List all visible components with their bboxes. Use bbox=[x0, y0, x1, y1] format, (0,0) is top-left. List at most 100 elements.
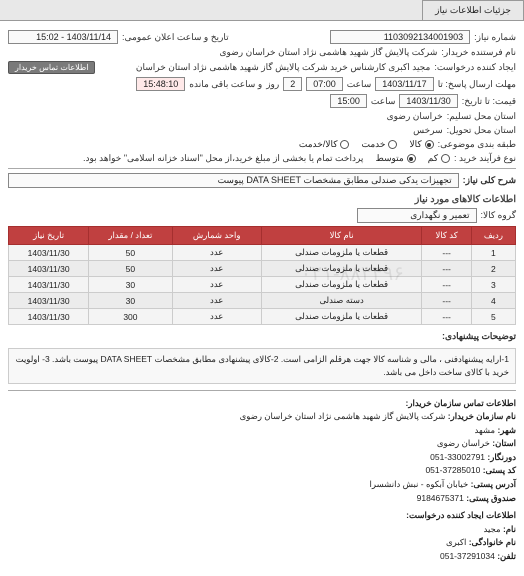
loc-deliver-label: استان محل تحویل: bbox=[447, 125, 516, 136]
table-cell: عدد bbox=[172, 309, 261, 325]
table-cell: 1403/11/30 bbox=[9, 293, 89, 309]
pkg-both-label: کالا/خدمت bbox=[299, 139, 338, 150]
table-row: 5---قطعات یا ملزومات صندلیعدد3001403/11/… bbox=[9, 309, 516, 325]
pay-low-radio[interactable]: کم bbox=[428, 153, 450, 164]
radio-off-icon bbox=[441, 154, 450, 163]
table-cell: 30 bbox=[89, 293, 172, 309]
packaging-label: طبقه بندی موضوعی: bbox=[438, 139, 516, 150]
pay-mid-label: متوسط bbox=[375, 153, 403, 164]
org-value: شرکت پالایش گاز شهید هاشمی نژاد استان خر… bbox=[240, 411, 446, 421]
province-label: استان: bbox=[492, 438, 516, 448]
radio-on-icon bbox=[407, 154, 416, 163]
addr-label: آدرس پستی: bbox=[471, 479, 516, 489]
table-cell: عدد bbox=[172, 245, 261, 261]
radio-off-icon bbox=[388, 140, 397, 149]
req-no-label: شماره نیاز: bbox=[474, 32, 516, 43]
price-time: 15:00 bbox=[330, 94, 367, 108]
table-cell: 30 bbox=[89, 277, 172, 293]
table-cell: 2 bbox=[471, 261, 515, 277]
loc-need: خراسان رضوی bbox=[387, 111, 443, 122]
table-cell: قطعات یا ملزومات صندلی bbox=[261, 245, 422, 261]
buyer-name-label: نام فرستنده خریدار: bbox=[441, 47, 516, 58]
group-label: گروه کالا: bbox=[481, 210, 516, 221]
price-date: 1403/11/30 bbox=[399, 94, 457, 108]
items-table: ردیف کد کالا نام کالا واحد شمارش تعداد /… bbox=[8, 226, 516, 325]
notes-label: توضیحات پیشنهادی: bbox=[442, 331, 516, 342]
days-left: 2 bbox=[283, 77, 302, 91]
table-cell: 5 bbox=[471, 309, 515, 325]
pkg-service-label: خدمت bbox=[361, 139, 385, 150]
pay-mid-radio[interactable]: متوسط bbox=[375, 153, 415, 164]
radio-off-icon bbox=[340, 140, 349, 149]
fax-value: 33002791-051 bbox=[430, 452, 485, 462]
buyer-org-title: اطلاعات تماس سازمان خریدار: bbox=[8, 397, 516, 411]
col-row: ردیف bbox=[471, 227, 515, 245]
table-cell: --- bbox=[422, 293, 471, 309]
province-value: خراسان رضوی bbox=[437, 438, 490, 448]
loc-deliver: سرخس bbox=[413, 125, 443, 136]
post-value: 37285010-051 bbox=[425, 465, 480, 475]
creator-title: اطلاعات ایجاد کننده درخواست: bbox=[8, 509, 516, 523]
col-name: نام کالا bbox=[261, 227, 422, 245]
tab-details[interactable]: جزئیات اطلاعات نیاز bbox=[422, 0, 524, 20]
deadline-date: 1403/11/17 bbox=[375, 77, 433, 91]
mailbox-value: 9184675371 bbox=[417, 493, 464, 503]
table-cell: 1 bbox=[471, 245, 515, 261]
payment-label: نوع فرآیند خرید : bbox=[454, 153, 516, 164]
mailbox-label: صندوق پستی: bbox=[466, 493, 516, 503]
table-cell: 1403/11/30 bbox=[9, 261, 89, 277]
radio-on-icon bbox=[425, 140, 434, 149]
pay-low-label: کم bbox=[428, 153, 438, 164]
desc-value: تجهیزات یدکی صندلی مطابق مشخصات DATA SHE… bbox=[8, 173, 459, 188]
divider bbox=[8, 168, 516, 169]
family-value: اکبری bbox=[446, 537, 466, 547]
table-cell: 1403/11/30 bbox=[9, 309, 89, 325]
table-row: 2---قطعات یا ملزومات صندلیعدد501403/11/3… bbox=[9, 261, 516, 277]
pkg-both-radio[interactable]: کالا/خدمت bbox=[299, 139, 350, 150]
announce-label: تاریخ و ساعت اعلان عمومی: bbox=[122, 32, 229, 43]
loc-need-label: استان محل تسلیم: bbox=[447, 111, 516, 122]
remain-label: و ساعت باقی مانده bbox=[189, 79, 262, 90]
name-label: نام: bbox=[503, 524, 516, 534]
time-label-1: ساعت bbox=[347, 79, 372, 90]
table-cell: عدد bbox=[172, 277, 261, 293]
table-cell: 3 bbox=[471, 277, 515, 293]
table-cell: 1403/11/30 bbox=[9, 277, 89, 293]
table-cell: 50 bbox=[89, 261, 172, 277]
pkg-goods-radio[interactable]: کالا bbox=[409, 139, 433, 150]
time-label-2: ساعت bbox=[371, 96, 396, 107]
col-code: کد کالا bbox=[422, 227, 471, 245]
price-until-label: قیمت: تا تاریخ: bbox=[462, 96, 516, 107]
table-cell: --- bbox=[422, 245, 471, 261]
table-row: 3---قطعات یا ملزومات صندلیعدد301403/11/3… bbox=[9, 277, 516, 293]
announce-value: 1403/11/14 - 15:02 bbox=[8, 30, 118, 44]
divider bbox=[8, 390, 516, 391]
table-cell: قطعات یا ملزومات صندلی bbox=[261, 261, 422, 277]
table-row: 1---قطعات یا ملزومات صندلیعدد501403/11/3… bbox=[9, 245, 516, 261]
addr-value: خیابان آبکوه - نبش دانشسرا bbox=[370, 479, 469, 489]
name-value: مجید bbox=[483, 524, 500, 534]
deadline-send-label: مهلت ارسال پاسخ: تا bbox=[438, 79, 516, 90]
table-cell: قطعات یا ملزومات صندلی bbox=[261, 309, 422, 325]
family-label: نام خانوادگی: bbox=[469, 537, 516, 547]
notes-text: 1-ارایه پیشنهادفنی ، مالی و شناسه کالا ج… bbox=[8, 348, 516, 384]
table-cell: 1403/11/30 bbox=[9, 245, 89, 261]
goods-section-title: اطلاعات کالاهای مورد نیاز bbox=[8, 194, 516, 205]
table-row: 4---دسته صندلیعدد301403/11/30 bbox=[9, 293, 516, 309]
table-cell: 50 bbox=[89, 245, 172, 261]
table-cell: عدد bbox=[172, 261, 261, 277]
req-no: 1103092134001903 bbox=[330, 30, 470, 44]
contact-buyer-button[interactable]: اطلاعات تماس خریدار bbox=[8, 61, 95, 74]
table-cell: --- bbox=[422, 309, 471, 325]
table-cell: 4 bbox=[471, 293, 515, 309]
table-cell: دسته صندلی bbox=[261, 293, 422, 309]
desc-label: شرح کلی نیاز: bbox=[463, 175, 516, 186]
deadline-time: 07:00 bbox=[306, 77, 343, 91]
fax-label: دورنگار: bbox=[487, 452, 516, 462]
requester: مجید اکبری کارشناس خرید شرکت پالایش گاز … bbox=[99, 62, 430, 73]
city-value: مشهد bbox=[475, 425, 496, 435]
payment-note: پرداخت تمام یا بخشی از مبلغ خرید،از محل … bbox=[83, 153, 363, 164]
table-cell: 300 bbox=[89, 309, 172, 325]
pkg-service-radio[interactable]: خدمت bbox=[361, 139, 397, 150]
remain-time: 15:48:10 bbox=[136, 77, 185, 91]
